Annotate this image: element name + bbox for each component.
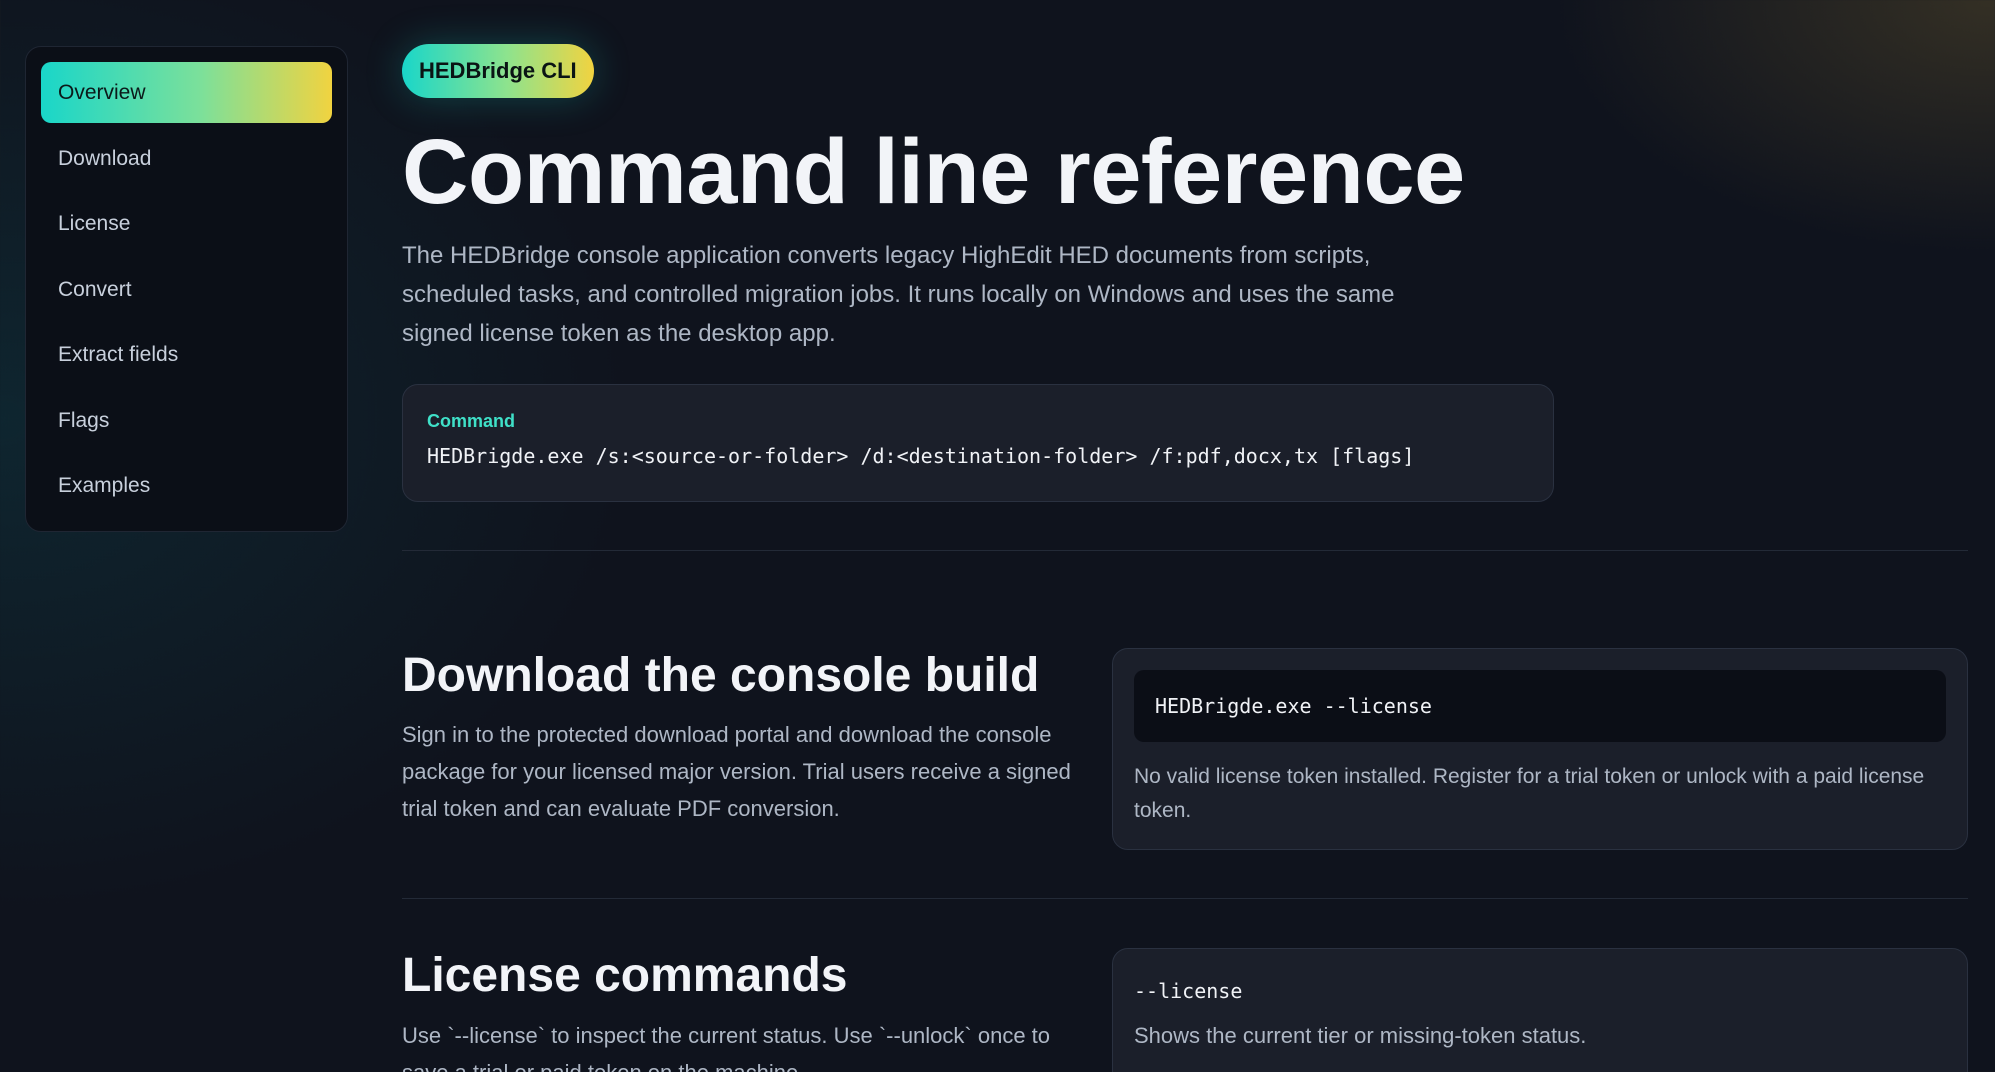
flag-name: --license [1134,979,1243,1003]
sidebar-item-flags[interactable]: Flags [41,390,332,451]
intro-paragraph: The HEDBridge console application conver… [402,242,1395,347]
sidebar-item-overview[interactable]: Overview [41,62,332,123]
license-check-card: HEDBrigde.exe --license No valid license… [1112,648,1968,850]
download-section-title: Download the console build [402,649,1040,702]
section-divider [402,898,1968,899]
sidebar-item-license[interactable]: License [41,193,332,254]
license-flag-card: --license Shows the current tier or miss… [1112,948,1968,1072]
download-section-text: Sign in to the protected download portal… [402,722,1071,821]
terminal-command[interactable]: HEDBrigde.exe --license [1134,670,1946,742]
page-title: Command line reference [402,121,1465,223]
sidebar-item-examples[interactable]: Examples [41,455,332,516]
section-divider [402,550,1968,551]
sidebar-item-extract-fields[interactable]: Extract fields [41,324,332,385]
command-label: Command [427,411,516,431]
terminal-output: No valid license token installed. Regist… [1134,765,1925,822]
sidebar-nav: Overview Download License Convert Extrac… [25,46,348,532]
command-card: Command HEDBrigde.exe /s:<source-or-fold… [402,384,1554,502]
license-section-title: License commands [402,949,848,1002]
flag-description: Shows the current tier or missing-token … [1134,1023,1587,1048]
product-badge: HEDBridge CLI [402,44,594,98]
sidebar-item-convert[interactable]: Convert [41,259,332,320]
command-syntax[interactable]: HEDBrigde.exe /s:<source-or-folder> /d:<… [427,444,1529,468]
sidebar-item-download[interactable]: Download [41,128,332,189]
license-section-text: Use `--license` to inspect the current s… [402,1023,1051,1072]
